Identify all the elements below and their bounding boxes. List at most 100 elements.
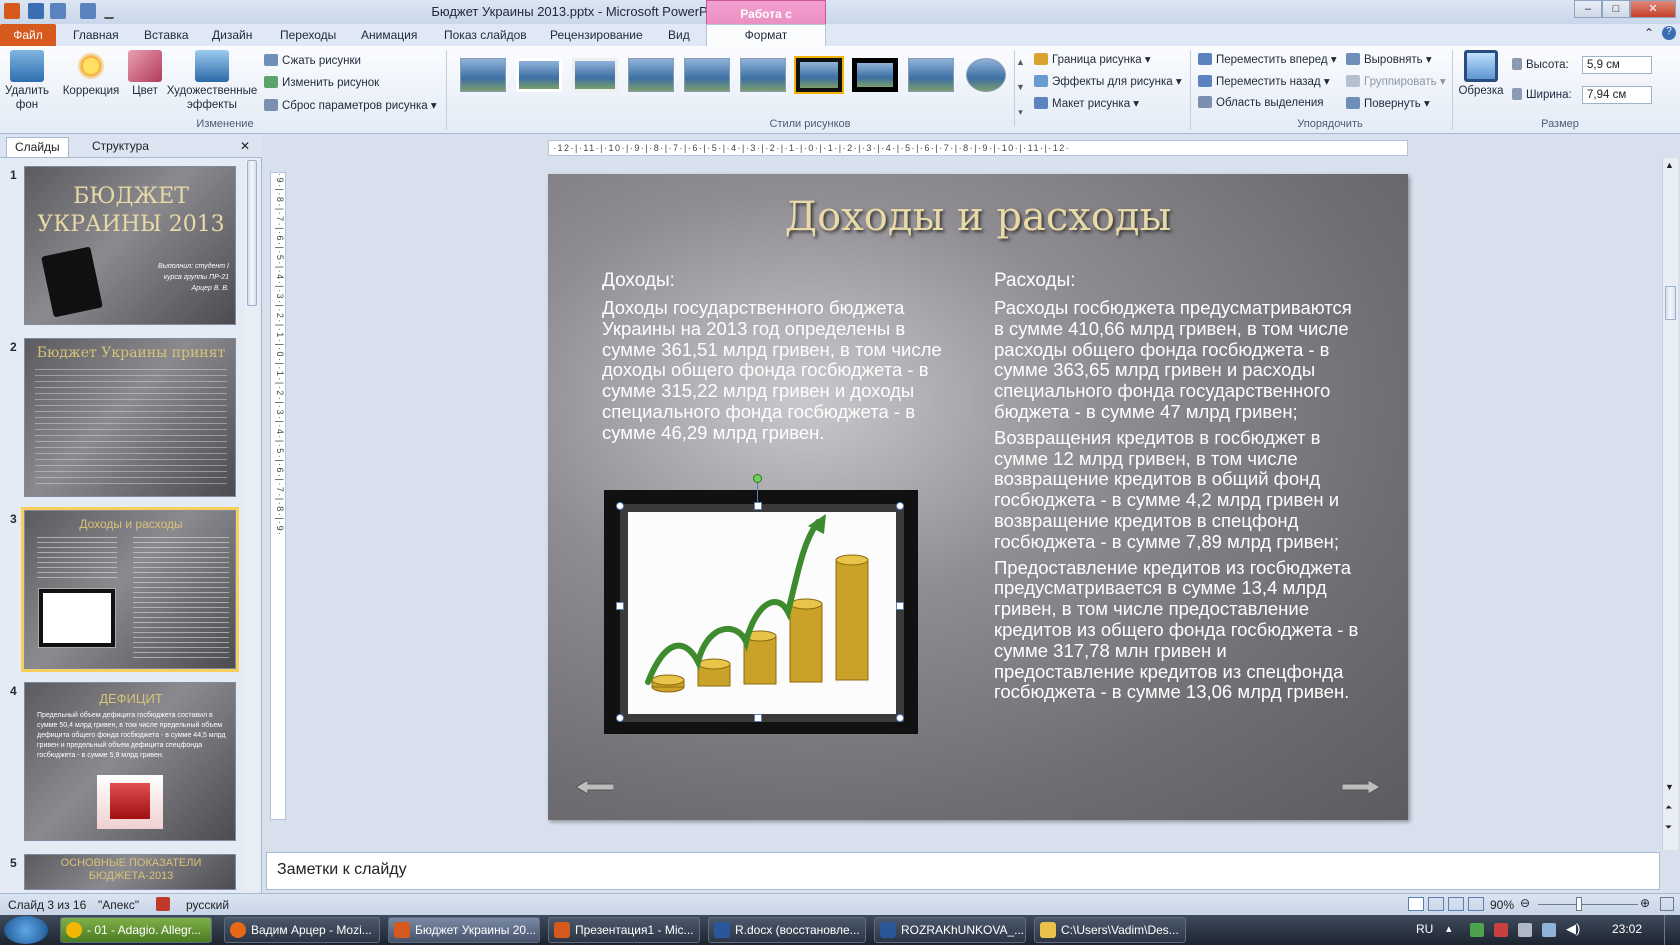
notes-pane[interactable]: Заметки к слайду xyxy=(266,852,1660,890)
slide-sorter-icon[interactable] xyxy=(1428,897,1444,911)
taskbar-item[interactable]: R.docx (восстановле... xyxy=(708,917,866,943)
language[interactable]: русский xyxy=(186,898,229,912)
expense-text[interactable]: Расходы госбюджета предусматриваются в с… xyxy=(994,297,1364,708)
picture-layout-button[interactable]: Макет рисунка ▾ xyxy=(1034,96,1139,110)
rotate-handle[interactable] xyxy=(753,474,762,483)
close-button[interactable]: ✕ xyxy=(1630,0,1676,18)
next-slide-arrow-icon[interactable] xyxy=(1342,780,1380,794)
tab-view[interactable]: Вид xyxy=(668,28,690,42)
volume-icon[interactable]: ◀) xyxy=(1566,921,1580,937)
tab-slides[interactable]: Слайды xyxy=(6,137,69,157)
styles-gallery-scroll[interactable]: ▲ ▼ ▾ xyxy=(1014,50,1026,126)
taskbar-item[interactable]: C:\Users\Vadim\Des... xyxy=(1034,917,1186,943)
prev-slide-arrow-icon[interactable] xyxy=(576,780,614,794)
tray-expand-icon[interactable]: ▴ xyxy=(1446,922,1452,935)
bring-forward-button[interactable]: Переместить вперед ▾ xyxy=(1198,52,1337,66)
correction-button[interactable]: Коррекция xyxy=(60,50,122,98)
slide-thumbnail-4[interactable]: ДЕФИЦИТ Предельный объем дефицита госбюд… xyxy=(24,682,236,841)
reset-picture-button[interactable]: Сброс параметров рисунка ▾ xyxy=(264,98,437,112)
zoom-out-icon[interactable]: ⊖ xyxy=(1520,896,1530,910)
tab-slideshow[interactable]: Показ слайдов xyxy=(444,28,527,42)
taskbar-item[interactable]: Презентация1 - Mic... xyxy=(548,917,700,943)
zoom-in-icon[interactable]: ⊕ xyxy=(1640,896,1650,910)
taskbar-item[interactable]: ROZRAKhUNKOVA_... xyxy=(874,917,1026,943)
taskbar-item[interactable]: - 01 - Adagio. Allegr... xyxy=(60,917,212,943)
tray-icon[interactable] xyxy=(1470,923,1484,937)
picture-style-8[interactable] xyxy=(852,58,898,92)
prev-slide-icon[interactable]: ⏶ xyxy=(1665,802,1672,813)
picture-style-6[interactable] xyxy=(740,58,786,92)
scroll-thumb[interactable] xyxy=(247,160,257,306)
tray-icon[interactable] xyxy=(1494,923,1508,937)
width-input[interactable]: 7,94 см xyxy=(1582,86,1652,104)
resize-handle-e[interactable] xyxy=(896,602,904,610)
tab-review[interactable]: Рецензирование xyxy=(550,28,643,42)
remove-background-button[interactable]: Удалить фон xyxy=(2,50,52,112)
picture-style-7-selected[interactable] xyxy=(794,56,844,94)
tab-design[interactable]: Дизайн xyxy=(212,28,252,42)
slide-title[interactable]: Доходы и расходы xyxy=(548,194,1408,240)
compress-pictures-button[interactable]: Сжать рисунки xyxy=(264,54,361,67)
tab-animation[interactable]: Анимация xyxy=(361,28,417,42)
show-desktop-button[interactable] xyxy=(1664,915,1680,945)
ribbon-minimize-icon[interactable]: ⌃ xyxy=(1644,26,1654,40)
normal-view-icon[interactable] xyxy=(1408,897,1424,911)
rotate-button[interactable]: Повернуть ▾ xyxy=(1346,96,1430,110)
tab-file[interactable]: Файл xyxy=(0,24,56,46)
send-backward-button[interactable]: Переместить назад ▾ xyxy=(1198,74,1330,88)
zoom-slider-thumb[interactable] xyxy=(1576,897,1582,911)
tab-transitions[interactable]: Переходы xyxy=(280,28,336,42)
picture-style-4[interactable] xyxy=(628,58,674,92)
picture-style-2[interactable] xyxy=(516,58,562,92)
tab-insert[interactable]: Вставка xyxy=(144,28,189,42)
scroll-down-icon[interactable]: ▼ xyxy=(1665,782,1674,792)
align-button[interactable]: Выровнять ▾ xyxy=(1346,52,1432,66)
maximize-button[interactable]: □ xyxy=(1602,0,1630,18)
scroll-thumb[interactable] xyxy=(1665,286,1676,320)
slideshow-view-icon[interactable] xyxy=(1468,897,1484,911)
slide-scrollbar[interactable]: ▲ ▼ ⏶ ⏷ xyxy=(1662,158,1678,850)
slide-thumbnail-3[interactable]: Доходы и расходы xyxy=(21,507,239,672)
picture-style-9[interactable] xyxy=(908,58,954,92)
crop-button[interactable]: Обрезка xyxy=(1456,50,1506,98)
slide-thumbnail-1[interactable]: БЮДЖЕТ УКРАИНЫ 2013 Выполнил: студент I … xyxy=(24,166,236,325)
taskbar-item[interactable]: Вадим Арцер - Mozi... xyxy=(224,917,380,943)
expense-heading[interactable]: Расходы: xyxy=(994,270,1076,292)
scroll-up-icon[interactable]: ▲ xyxy=(1665,160,1674,170)
taskbar-item[interactable]: Бюджет Украины 20... xyxy=(388,917,540,943)
resize-handle-w[interactable] xyxy=(616,602,624,610)
resize-handle-nw[interactable] xyxy=(616,502,624,510)
next-slide-icon[interactable]: ⏷ xyxy=(1665,822,1672,833)
color-button[interactable]: Цвет xyxy=(124,50,166,98)
input-language[interactable]: RU xyxy=(1416,922,1433,936)
minimize-button[interactable]: – xyxy=(1574,0,1602,18)
selected-picture[interactable] xyxy=(604,474,918,734)
resize-handle-se[interactable] xyxy=(896,714,904,722)
help-icon[interactable]: ? xyxy=(1662,26,1676,40)
income-text[interactable]: Доходы государственного бюджета Украины … xyxy=(602,297,962,444)
resize-handle-s[interactable] xyxy=(754,714,762,722)
slide-canvas[interactable]: Доходы и расходы Доходы: Доходы государс… xyxy=(548,174,1408,820)
height-input[interactable]: 5,9 см xyxy=(1582,56,1652,74)
close-pane-icon[interactable]: ✕ xyxy=(236,137,254,157)
tray-icon[interactable] xyxy=(1518,923,1532,937)
group-button[interactable]: Группировать ▾ xyxy=(1346,74,1446,88)
zoom-slider[interactable] xyxy=(1538,904,1638,905)
resize-handle-ne[interactable] xyxy=(896,502,904,510)
slides-pane-scrollbar[interactable] xyxy=(245,158,259,890)
picture-style-5[interactable] xyxy=(684,58,730,92)
tab-outline[interactable]: Структура xyxy=(84,137,157,157)
resize-handle-n[interactable] xyxy=(754,502,762,510)
change-picture-button[interactable]: Изменить рисунок xyxy=(264,76,379,89)
spellcheck-icon[interactable] xyxy=(156,897,170,911)
selection-pane-button[interactable]: Область выделения xyxy=(1198,96,1324,109)
network-icon[interactable] xyxy=(1542,923,1556,937)
picture-style-1[interactable] xyxy=(460,58,506,92)
income-heading[interactable]: Доходы: xyxy=(602,270,675,292)
fit-to-window-icon[interactable] xyxy=(1660,897,1674,911)
clock[interactable]: 23:02 xyxy=(1612,922,1642,936)
zoom-level[interactable]: 90% xyxy=(1490,898,1514,912)
resize-handle-sw[interactable] xyxy=(616,714,624,722)
start-button[interactable] xyxy=(4,916,48,944)
reading-view-icon[interactable] xyxy=(1448,897,1464,911)
